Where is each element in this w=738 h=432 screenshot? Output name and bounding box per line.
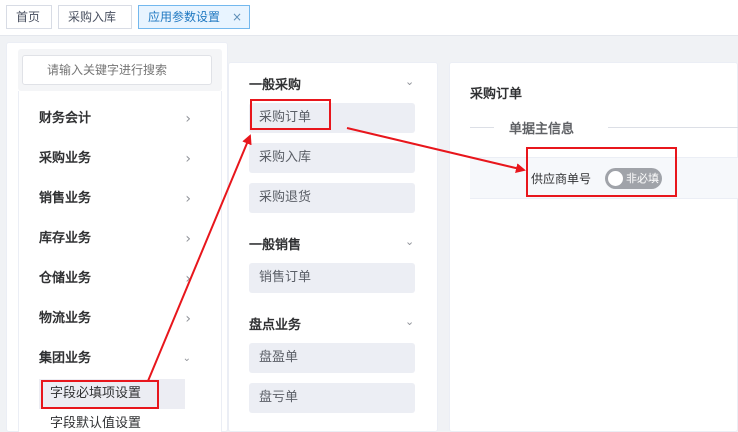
field-row-supplier-number: 供应商单号 非必填 <box>470 157 738 199</box>
chevron-down-icon: ⌄ <box>182 353 191 364</box>
tab-bar: 首页 采购入库 应用参数设置 × <box>0 0 738 36</box>
sub-item-required-fields[interactable]: 字段必填项设置 <box>39 379 185 409</box>
sub-item-default-values[interactable]: 字段默认值设置 <box>39 409 141 432</box>
doc-item-stock-loss[interactable]: 盘亏单 <box>249 383 415 413</box>
menu-item-label: 采购业务 <box>39 151 92 166</box>
doc-item-stock-gain[interactable]: 盘盈单 <box>249 343 415 373</box>
group-title-stocktake: 盘点业务 <box>249 318 302 333</box>
required-toggle[interactable]: 非必填 <box>605 168 662 189</box>
chevron-right-icon: › <box>185 231 191 247</box>
document-type-panel: 一般采购 ⌄ 采购订单 采购入库 采购退货 一般销售 ⌄ 销售订单 盘点业务 ⌄… <box>228 62 438 432</box>
menu-item-group[interactable]: 集团业务 ⌄ <box>19 339 221 379</box>
section-divider <box>470 127 494 128</box>
field-settings-panel: 采购订单 单据主信息 供应商单号 非必填 <box>449 62 738 432</box>
section-divider <box>608 127 738 128</box>
group-title-general-purchase: 一般采购 <box>249 78 302 93</box>
doc-item-purchase-order[interactable]: 采购订单 <box>249 103 415 133</box>
category-list: 财务会计 › 采购业务 › 销售业务 › 库存业务 › 仓储业务 › 物流业务 … <box>18 91 222 432</box>
doc-item-purchase-receipt[interactable]: 采购入库 <box>249 143 415 173</box>
close-icon[interactable]: × <box>232 6 242 28</box>
chevron-down-icon[interactable]: ⌄ <box>405 75 414 88</box>
menu-item-label: 库存业务 <box>39 231 92 246</box>
group-title-general-sales: 一般销售 <box>249 238 302 253</box>
chevron-right-icon: › <box>185 151 191 167</box>
section-title: 单据主信息 <box>509 122 575 137</box>
field-label: 供应商单号 <box>531 172 592 186</box>
search-area <box>18 49 222 91</box>
menu-item-label: 财务会计 <box>39 111 92 126</box>
panel-title: 采购订单 <box>470 87 523 102</box>
toggle-label: 非必填 <box>626 172 659 185</box>
tab-label: 应用参数设置 <box>148 10 221 24</box>
menu-item-label: 集团业务 <box>39 351 92 366</box>
menu-item-logistics[interactable]: 物流业务 › <box>19 299 221 339</box>
search-input[interactable] <box>22 55 212 85</box>
doc-item-purchase-return[interactable]: 采购退货 <box>249 183 415 213</box>
chevron-right-icon: › <box>185 311 191 327</box>
menu-item-finance[interactable]: 财务会计 › <box>19 99 221 139</box>
menu-item-warehousing[interactable]: 仓储业务 › <box>19 259 221 299</box>
chevron-right-icon: › <box>185 271 191 287</box>
menu-item-label: 物流业务 <box>39 311 92 326</box>
tab-app-param-settings[interactable]: 应用参数设置 × <box>138 5 250 29</box>
tab-purchase-receipt[interactable]: 采购入库 <box>58 5 132 29</box>
chevron-down-icon[interactable]: ⌄ <box>405 235 414 248</box>
menu-item-inventory[interactable]: 库存业务 › <box>19 219 221 259</box>
doc-item-sales-order[interactable]: 销售订单 <box>249 263 415 293</box>
chevron-right-icon: › <box>185 191 191 207</box>
tab-home[interactable]: 首页 <box>6 5 52 29</box>
toggle-knob <box>608 171 623 186</box>
chevron-right-icon: › <box>185 111 191 127</box>
chevron-down-icon[interactable]: ⌄ <box>405 315 414 328</box>
menu-item-purchasing[interactable]: 采购业务 › <box>19 139 221 179</box>
category-panel: 财务会计 › 采购业务 › 销售业务 › 库存业务 › 仓储业务 › 物流业务 … <box>6 42 228 432</box>
menu-item-label: 销售业务 <box>39 191 92 206</box>
menu-item-sales[interactable]: 销售业务 › <box>19 179 221 219</box>
menu-item-label: 仓储业务 <box>39 271 92 286</box>
